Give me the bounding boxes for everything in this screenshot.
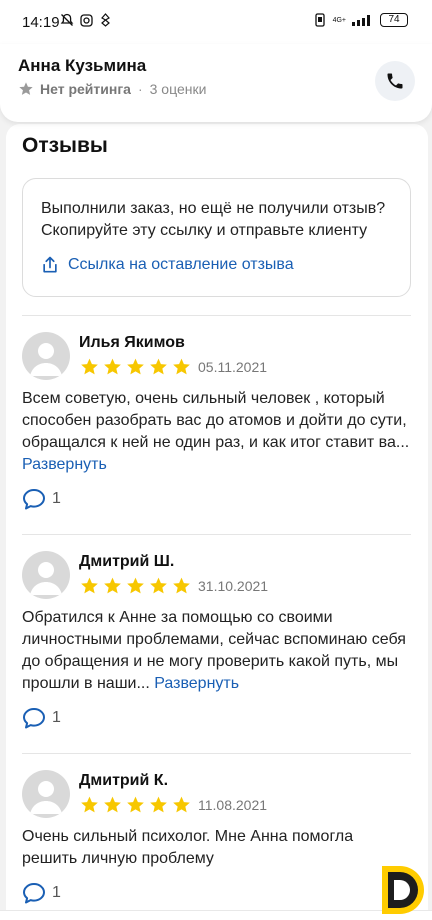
avatar (22, 770, 70, 818)
meta-separator: · (137, 81, 143, 97)
brand-logo-icon (382, 866, 424, 914)
comments-count: 1 (52, 490, 61, 507)
review-stars (79, 795, 192, 815)
share-icon (43, 256, 57, 273)
comments-button[interactable]: 1 (22, 707, 61, 729)
profile-name: Анна Кузьмина (18, 56, 147, 75)
review-author: Дмитрий Ш. (79, 553, 175, 570)
review-link-button[interactable]: Ссылка на оставление отзыва (40, 255, 294, 275)
phone-icon (387, 73, 403, 89)
star-icon (81, 358, 98, 375)
expand-link[interactable]: Развернуть (154, 675, 239, 692)
review-stars (79, 576, 192, 596)
battery-indicator: 74 (380, 13, 408, 27)
reviews-title: Отзывы (22, 134, 108, 157)
app-notification-icon (101, 13, 110, 27)
network-type: 4G+ (332, 16, 346, 24)
comments-button[interactable]: 1 (22, 882, 61, 904)
star-icon (127, 358, 144, 375)
star-icon (127, 577, 144, 594)
comment-icon (23, 883, 45, 904)
review-stars (79, 357, 192, 377)
status-notification-icons (60, 13, 112, 27)
star-icon (104, 796, 121, 813)
review-item: Дмитрий К. 11.08.2021 Очень сильный псих… (22, 770, 411, 920)
star-icon (104, 358, 121, 375)
avatar (22, 551, 70, 599)
star-icon (150, 796, 167, 813)
star-icon (104, 577, 121, 594)
call-button[interactable] (375, 61, 415, 101)
expand-link[interactable]: Развернуть (22, 456, 107, 473)
brand-logo-button[interactable] (378, 864, 426, 916)
star-icon (150, 577, 167, 594)
comments-count: 1 (52, 884, 61, 901)
star-icon (19, 82, 33, 95)
mute-bell-icon (60, 13, 74, 26)
signal-icon (352, 15, 370, 26)
divider (22, 534, 411, 535)
review-request-box: Выполнили заказ, но ещё не получили отзы… (22, 178, 411, 297)
review-item: Дмитрий Ш. 31.10.2021 Обратился к Анне з… (22, 551, 411, 751)
review-text: Очень сильный психолог. Мне Анна помогла… (22, 826, 411, 870)
status-bar: 14:19 4G+ 74 (0, 0, 432, 44)
ratings-count: 3 оценки (149, 81, 207, 97)
bottom-bar (0, 910, 432, 920)
review-date: 31.10.2021 (198, 578, 269, 594)
comment-icon (23, 708, 45, 729)
status-time: 14:19 (22, 14, 60, 31)
review-item: Илья Якимов 05.11.2021 Всем советую, оче… (22, 332, 411, 532)
review-date: 11.08.2021 (198, 797, 268, 813)
status-system-icons: 4G+ 74 (313, 13, 408, 27)
divider (22, 753, 411, 754)
reviews-card: Отзывы Выполнили заказ, но ещё не получи… (6, 124, 428, 920)
review-body: Всем советую, очень сильный человек , ко… (22, 390, 410, 451)
review-request-text: Выполнили заказ, но ещё не получили отзы… (41, 200, 386, 239)
star-icon (127, 796, 144, 813)
comment-icon (23, 489, 45, 510)
avatar (22, 332, 70, 380)
comments-count: 1 (52, 709, 61, 726)
review-date: 05.11.2021 (198, 359, 268, 375)
instagram-icon (80, 13, 93, 27)
star-icon (150, 358, 167, 375)
vibrate-icon (314, 13, 325, 27)
star-icon (81, 577, 98, 594)
star-icon (173, 358, 190, 375)
review-author: Илья Якимов (79, 334, 185, 351)
divider (22, 315, 411, 316)
profile-meta: Нет рейтинга · 3 оценки (18, 81, 206, 97)
comments-button[interactable]: 1 (22, 488, 61, 510)
rating-status: Нет рейтинга (40, 81, 131, 97)
review-author: Дмитрий К. (79, 772, 169, 789)
star-icon (173, 796, 190, 813)
star-icon (81, 796, 98, 813)
review-link-label: Ссылка на оставление отзыва (68, 256, 294, 273)
review-body: Очень сильный психолог. Мне Анна помогла… (22, 828, 354, 867)
review-text: Всем советую, очень сильный человек , ко… (22, 388, 411, 476)
review-text: Обратился к Анне за помощью со своими ли… (22, 607, 411, 695)
profile-header: Анна Кузьмина Нет рейтинга · 3 оценки (0, 44, 432, 122)
star-icon (173, 577, 190, 594)
